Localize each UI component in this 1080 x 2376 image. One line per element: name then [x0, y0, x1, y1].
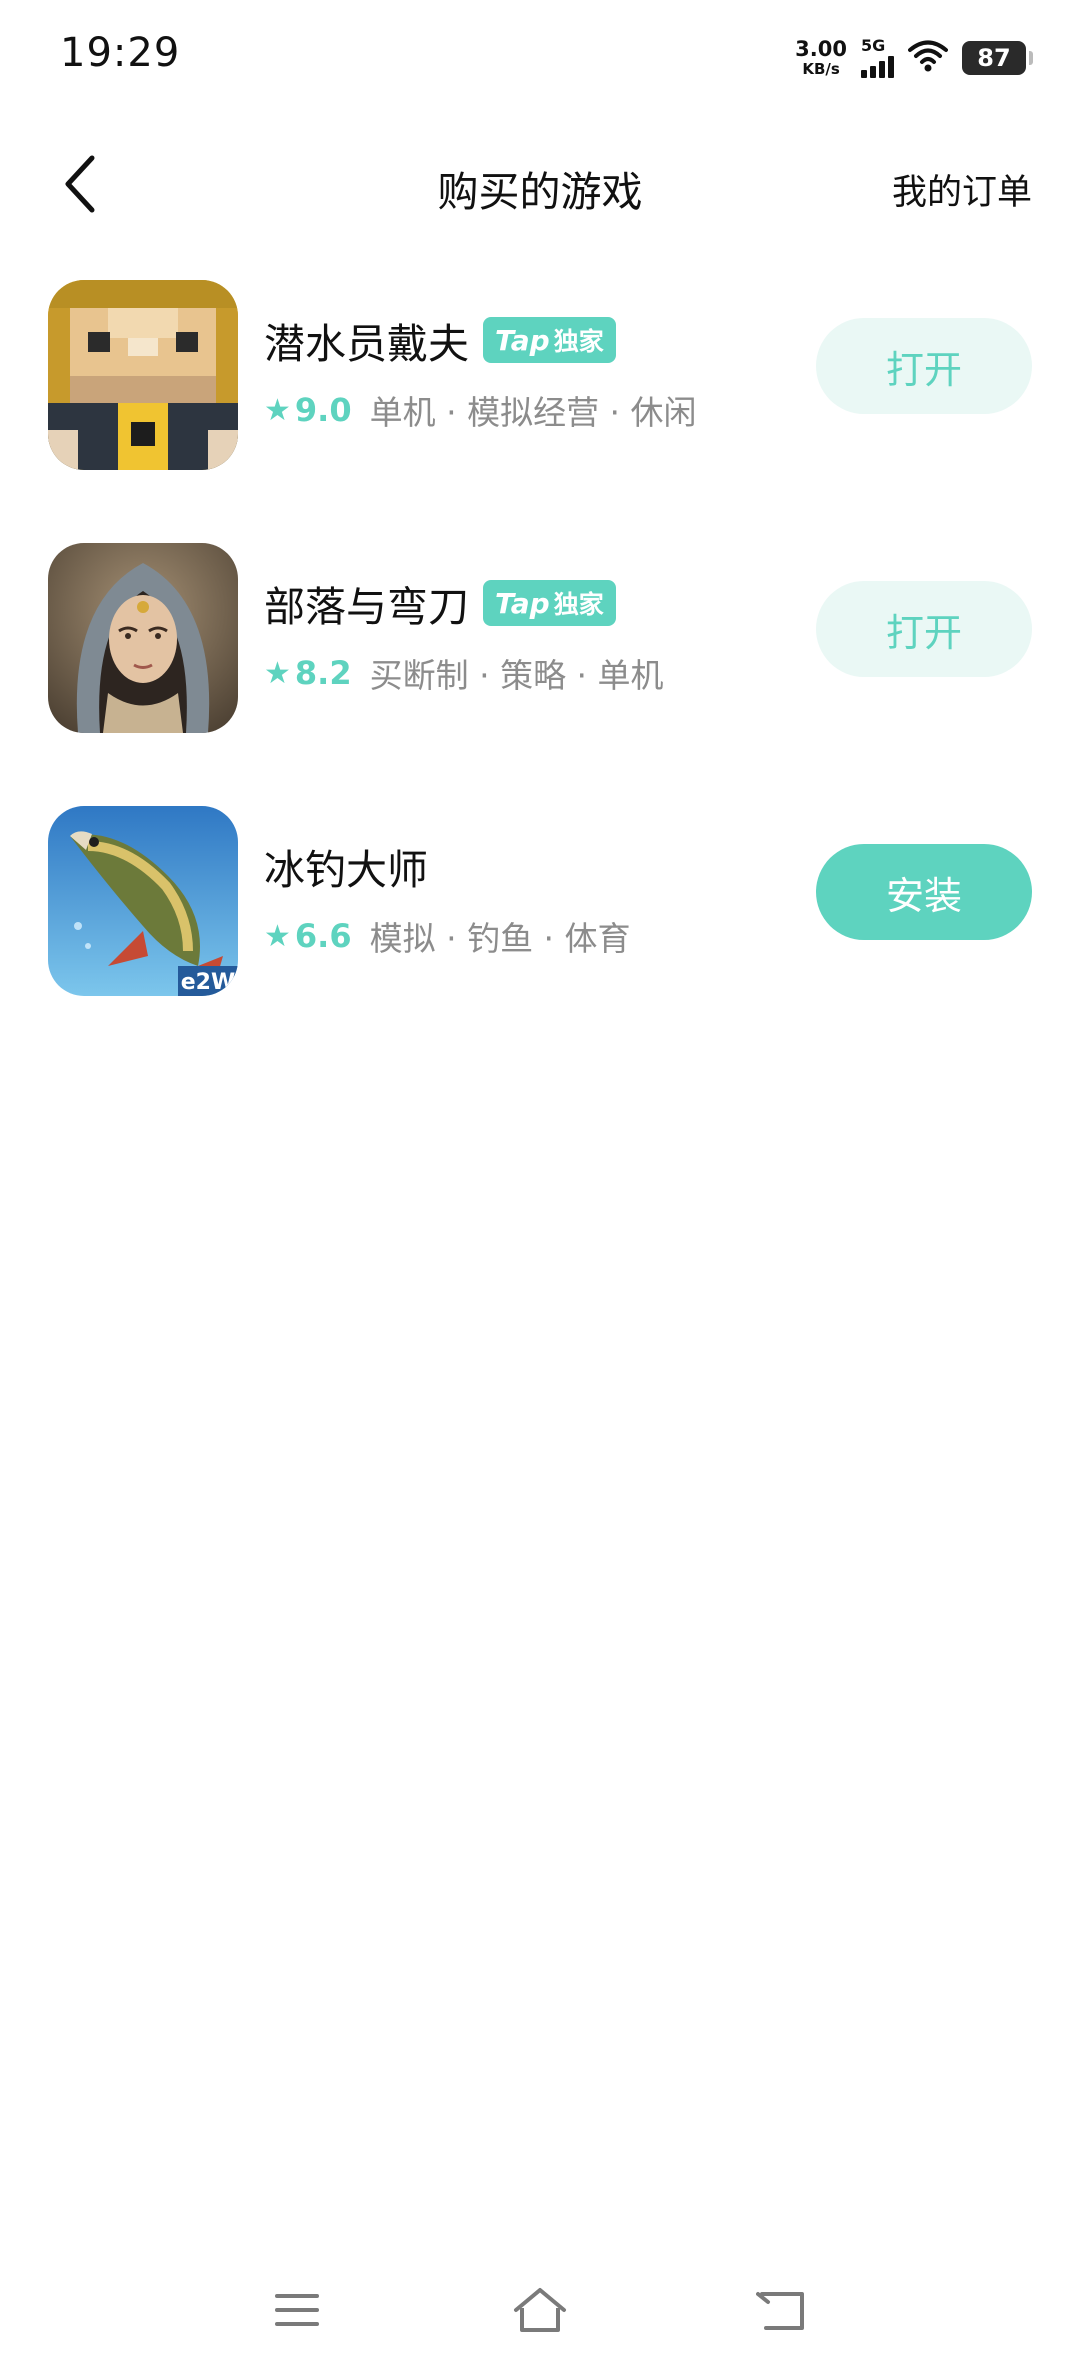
- menu-icon: [275, 2294, 319, 2326]
- game-tags: 模拟 · 钓鱼 · 体育: [369, 919, 631, 958]
- menu-button[interactable]: [257, 2270, 337, 2350]
- game-name: 潜水员戴夫: [264, 320, 469, 368]
- battery-level: 87: [977, 44, 1011, 72]
- tap-exclusive-badge: Tap 独家: [483, 317, 616, 363]
- status-time: 19:29: [60, 30, 181, 76]
- badge-text: 独家: [553, 590, 604, 619]
- game-list-item[interactable]: 潜水员戴夫 Tap 独家 ★ 9.0 单机 · 模拟经营 · 休闲 打开: [0, 270, 1080, 533]
- badge-brand: Tap: [495, 323, 550, 357]
- tap-exclusive-badge: Tap 独家: [483, 580, 616, 626]
- game-rating: 8.2: [294, 654, 352, 692]
- game-title-line: 部落与弯刀 Tap 独家: [264, 573, 616, 633]
- install-game-button[interactable]: 安装: [816, 844, 1032, 940]
- open-game-button[interactable]: 打开: [816, 318, 1032, 414]
- game-name: 冰钓大师: [264, 846, 428, 894]
- star-icon: ★: [264, 655, 291, 691]
- badge-text: 独家: [553, 327, 604, 356]
- network-type: 5G: [861, 36, 886, 55]
- star-icon: ★: [264, 918, 291, 954]
- star-icon: ★: [264, 392, 291, 428]
- game-meta: ★ 9.0 单机 · 模拟经营 · 休闲: [264, 386, 697, 434]
- status-icons: 3.00 KB/s 5G 87: [795, 38, 1033, 78]
- badge-brand: Tap: [495, 586, 550, 620]
- game-icon-ice-fishing-master[interactable]: e2W: [48, 806, 238, 996]
- wifi-icon: [908, 39, 948, 77]
- purchased-games-list: 潜水员戴夫 Tap 独家 ★ 9.0 单机 · 模拟经营 · 休闲 打开 部落与…: [0, 270, 1080, 1059]
- cellular-signal-icon: 5G: [861, 38, 894, 78]
- game-tags: 买断制 · 策略 · 单机: [369, 656, 664, 695]
- game-rating: 6.6: [294, 917, 352, 955]
- game-list-item[interactable]: e2W 冰钓大师 ★ 6.6 模拟 · 钓鱼 · 体育 安装: [0, 796, 1080, 1059]
- game-title-line: 冰钓大师: [264, 836, 428, 896]
- icon-caption: e2W: [181, 970, 236, 995]
- home-icon: [514, 2288, 566, 2332]
- network-speed: 3.00 KB/s: [795, 39, 847, 77]
- system-nav-bar: [0, 2250, 1080, 2376]
- screen: 19:29 3.00 KB/s 5G 87 购买的游戏 我的订单 潜水员戴夫 T…: [0, 0, 1080, 2376]
- back-arrow-icon: [756, 2292, 804, 2330]
- battery-icon: 87: [962, 41, 1033, 75]
- game-rating: 9.0: [294, 391, 352, 429]
- game-meta: ★ 8.2 买断制 · 策略 · 单机: [264, 649, 664, 697]
- my-orders-link[interactable]: 我的订单: [892, 164, 1032, 215]
- game-list-item[interactable]: 部落与弯刀 Tap 独家 ★ 8.2 买断制 · 策略 · 单机 打开: [0, 533, 1080, 796]
- home-button[interactable]: [500, 2270, 580, 2350]
- game-name: 部落与弯刀: [264, 583, 469, 631]
- game-title-line: 潜水员戴夫 Tap 独家: [264, 310, 616, 370]
- back-nav-button[interactable]: [742, 2270, 822, 2350]
- open-game-button[interactable]: 打开: [816, 581, 1032, 677]
- game-tags: 单机 · 模拟经营 · 休闲: [369, 393, 697, 432]
- network-speed-value: 3.00: [795, 37, 847, 61]
- game-icon-diver-dave[interactable]: [48, 280, 238, 470]
- game-icon-tribes-and-scimitars[interactable]: [48, 543, 238, 733]
- network-speed-unit: KB/s: [802, 60, 840, 78]
- status-bar: 19:29 3.00 KB/s 5G 87: [0, 0, 1080, 120]
- app-bar: 购买的游戏 我的订单: [0, 130, 1080, 240]
- game-meta: ★ 6.6 模拟 · 钓鱼 · 体育: [264, 912, 631, 960]
